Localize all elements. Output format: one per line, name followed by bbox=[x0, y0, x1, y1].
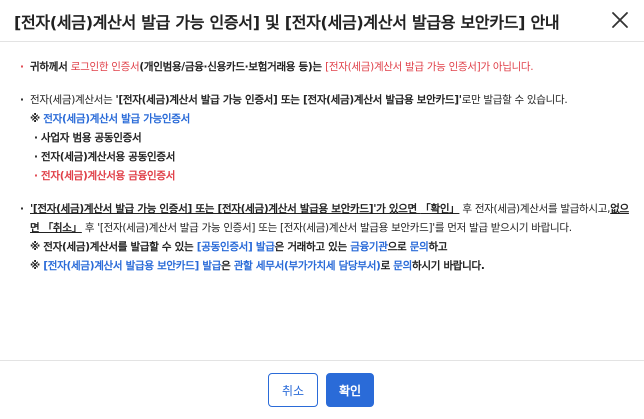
notice-paragraph-2: · 전자(세금)계산서는 '[전자(세금)계산서 발급 가능 인증서] 또는 [… bbox=[20, 91, 632, 186]
note-line-1: ※ 전자(세금)계산서를 발급할 수 있는 [공동인증서] 발급은 거래하고 있… bbox=[30, 238, 632, 257]
note-text: ※ bbox=[30, 260, 44, 272]
cert-list-item: · 전자(세금)계산서용 금융인증서 bbox=[34, 170, 176, 182]
cert-list-heading: ※ 전자(세금)계산서 발급 가능인증서 bbox=[30, 110, 632, 129]
note-text: ※ 전자(세금)계산서를 발급할 수 있는 bbox=[30, 241, 197, 253]
cert-list-item: · 전자(세금)계산서용 공동인증서 bbox=[34, 151, 176, 163]
note-highlight: [전자(세금)계산서 발급용 보안카드] 발급 bbox=[43, 260, 222, 272]
notice-text: 후 '[전자(세금)계산서 발급 가능 인증서] 또는 [전자(세금)계산서 발… bbox=[81, 222, 572, 234]
note-highlight: 문의 bbox=[409, 241, 429, 253]
notice-paragraph-3: · '[전자(세금)계산서 발급 가능 인증서] 또는 [전자(세금)계산서 발… bbox=[20, 200, 632, 276]
notice-text: 후 전자(세금)계산서를 발급하시고, bbox=[459, 203, 611, 215]
note-mark: ※ bbox=[30, 113, 44, 125]
dialog-title: [전자(세금)계산서 발급 가능 인증서] 및 [전자(세금)계산서 발급용 보… bbox=[14, 13, 560, 32]
notice-text: 전자(세금)계산서는 bbox=[30, 94, 116, 106]
note-text: 하고 bbox=[428, 241, 448, 253]
note-text: 은 bbox=[221, 260, 234, 272]
bullet-mark: · bbox=[20, 61, 24, 73]
note-line-2: ※ [전자(세금)계산서 발급용 보안카드] 발급은 관할 세무서(부가가치세 … bbox=[30, 257, 632, 276]
notice-text: 귀하께서 bbox=[30, 61, 71, 73]
notice-line: '[전자(세금)계산서 발급 가능 인증서] 또는 [전자(세금)계산서 발급용… bbox=[30, 200, 632, 238]
bullet-mark: · bbox=[20, 94, 24, 106]
note-text: 은 거래하고 있는 bbox=[274, 241, 351, 253]
notice-line: 전자(세금)계산서는 '[전자(세금)계산서 발급 가능 인증서] 또는 [전자… bbox=[30, 91, 632, 110]
dialog-body: · 귀하께서 로그인한 인증서(개인범용/금융·신용카드·보험거래용 등)는 [… bbox=[20, 58, 632, 290]
cancel-button[interactable]: 취소 bbox=[268, 373, 318, 407]
cert-list-title: 전자(세금)계산서 발급 가능인증서 bbox=[43, 113, 191, 125]
confirm-hint: 「확인」 bbox=[420, 203, 460, 215]
close-icon[interactable] bbox=[608, 8, 632, 32]
confirm-button[interactable]: 확인 bbox=[326, 373, 374, 407]
login-cert-text: 로그인한 인증서 bbox=[70, 61, 140, 73]
note-highlight: 관할 세무서(부가가치세 담당부서) bbox=[233, 260, 381, 272]
note-text: 로 bbox=[380, 260, 394, 272]
note-highlight: [공동인증서] 발급 bbox=[196, 241, 275, 253]
certificate-guide-dialog: [전자(세금)계산서 발급 가능 인증서] 및 [전자(세금)계산서 발급용 보… bbox=[0, 0, 644, 419]
note-text: 하시기 바랍니다. bbox=[412, 260, 485, 272]
cert-list-item: · 사업자 범용 공동인증서 bbox=[34, 132, 142, 144]
dialog-header: [전자(세금)계산서 발급 가능 인증서] 및 [전자(세금)계산서 발급용 보… bbox=[0, 0, 644, 42]
notice-text: '[전자(세금)계산서 발급 가능 인증서] 또는 [전자(세금)계산서 발급용… bbox=[30, 203, 421, 215]
note-highlight: 문의 bbox=[393, 260, 413, 272]
dialog-footer: 취소 확인 bbox=[0, 360, 644, 419]
notice-line: 귀하께서 로그인한 인증서(개인범용/금융·신용카드·보험거래용 등)는 [전자… bbox=[30, 58, 632, 77]
not-valid-cert-text: [전자(세금)계산서 발급 가능 인증서]가 아닙니다. bbox=[325, 61, 534, 73]
close-icon-glyph bbox=[612, 12, 628, 28]
note-highlight: 금융기관 bbox=[350, 241, 388, 253]
bullet-mark: · bbox=[20, 203, 24, 215]
notice-paragraph-1: · 귀하께서 로그인한 인증서(개인범용/금융·신용카드·보험거래용 등)는 [… bbox=[20, 58, 632, 77]
notice-text: 로만 발급할 수 있습니다. bbox=[461, 94, 568, 106]
required-cert-text: '[전자(세금)계산서 발급 가능 인증서] 또는 [전자(세금)계산서 발급용… bbox=[115, 94, 462, 106]
notice-text: (개인범용/금융·신용카드·보험거래용 등)는 bbox=[139, 61, 326, 73]
note-text: 으로 bbox=[387, 241, 410, 253]
